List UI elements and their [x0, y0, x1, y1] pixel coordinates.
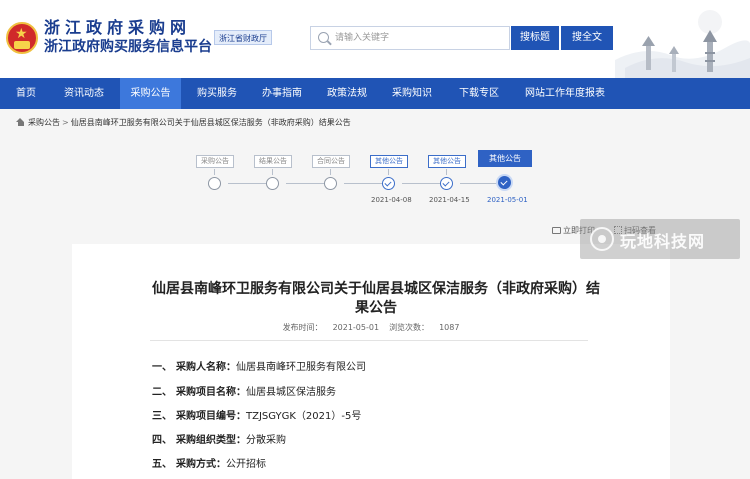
watermark-text: 玩地科技网	[620, 232, 706, 251]
field-value: TZJSGYGK（2021）-5号	[246, 411, 362, 422]
check-icon	[442, 178, 450, 187]
article-meta: 发布时间： 2021-05-01 浏览次数： 1087	[72, 322, 670, 333]
field-label: 采购项目编号：	[176, 411, 246, 422]
step-label[interactable]: 结果公告	[254, 155, 292, 168]
search-icon	[318, 32, 329, 43]
nav-item-news[interactable]: 资讯动态	[55, 78, 113, 109]
nav-item-home[interactable]: 首页	[6, 78, 46, 109]
step-circle	[208, 177, 221, 190]
nav-item-knowledge[interactable]: 采购知识	[383, 78, 441, 109]
field-procurement-method: 五、 采购方式：公开招标	[152, 458, 266, 472]
step-circle-done	[440, 177, 453, 190]
breadcrumb-separator: >	[62, 118, 69, 127]
step-connector	[388, 169, 389, 175]
field-label: 采购方式：	[176, 459, 226, 470]
step-line	[460, 183, 498, 184]
field-number: 四、	[152, 435, 172, 446]
step-connector	[214, 169, 215, 175]
department-badge: 浙江省财政厅	[214, 30, 272, 45]
search-input[interactable]	[335, 27, 505, 49]
nav-item-annual-report[interactable]: 网站工作年度报表	[517, 78, 613, 109]
views-label: 浏览次数：	[389, 323, 430, 332]
article-card: 仙居县南峰环卫服务有限公司关于仙居县城区保洁服务（非政府采购）结果公告 发布时间…	[72, 244, 670, 479]
site-watermark: 玩地科技网	[580, 219, 740, 259]
step-label[interactable]: 合同公告	[312, 155, 350, 168]
breadcrumb-root[interactable]: 采购公告	[28, 118, 60, 127]
nav-item-download[interactable]: 下载专区	[450, 78, 508, 109]
field-organization-type: 四、 采购组织类型：分散采购	[152, 434, 286, 448]
nav-item-procurement-notice[interactable]: 采购公告	[120, 78, 181, 109]
search-fulltext-button[interactable]: 搜全文	[561, 26, 613, 50]
search-box	[310, 26, 510, 50]
publish-time: 2021-05-01	[332, 323, 380, 332]
site-subtitle: 浙江政府购买服务信息平台	[44, 39, 212, 55]
publish-label: 发布时间：	[282, 323, 323, 332]
step-date: 2021-04-08	[371, 196, 412, 204]
step-line	[228, 183, 266, 184]
step-circle-done	[382, 177, 395, 190]
check-icon	[384, 178, 392, 187]
field-project-name: 二、 采购项目名称：仙居县城区保洁服务	[152, 386, 336, 400]
step-label[interactable]: 其他公告	[428, 155, 466, 168]
step-connector	[330, 169, 331, 175]
nav-item-guide[interactable]: 办事指南	[253, 78, 311, 109]
step-circle	[324, 177, 337, 190]
national-emblem-icon: ★	[6, 22, 38, 54]
field-value: 分散采购	[246, 435, 286, 446]
field-number: 二、	[152, 387, 172, 398]
printer-icon	[552, 227, 561, 234]
breadcrumb: 采购公告 > 仙居县南峰环卫服务有限公司关于仙居县城区保洁服务（非政府采购）结果公告	[16, 116, 351, 130]
step-label[interactable]: 采购公告	[196, 155, 234, 168]
field-number: 一、	[152, 362, 172, 373]
step-line	[344, 183, 382, 184]
step-label-current[interactable]: 其他公告	[478, 150, 532, 167]
step-label[interactable]: 其他公告	[370, 155, 408, 168]
field-label: 采购人名称：	[176, 362, 236, 373]
step-date-current: 2021-05-01	[487, 196, 528, 204]
step-line	[286, 183, 324, 184]
field-label: 采购组织类型：	[176, 435, 246, 446]
step-connector	[446, 169, 447, 175]
site-header: ★ 浙江政府采购网 浙江政府购买服务信息平台 浙江省财政厅 搜标题 搜全文	[0, 0, 750, 78]
step-connector	[272, 169, 273, 175]
main-nav: 首页 资讯动态 采购公告 购买服务 办事指南 政策法规 采购知识 下载专区 网站…	[0, 78, 750, 109]
divider	[150, 340, 588, 341]
field-number: 三、	[152, 411, 172, 422]
step-circle-current	[498, 176, 511, 189]
nav-item-policy[interactable]: 政策法规	[318, 78, 376, 109]
step-circle	[266, 177, 279, 190]
step-date: 2021-04-15	[429, 196, 470, 204]
watermark-logo-icon	[590, 227, 614, 251]
search-title-button[interactable]: 搜标题	[511, 26, 559, 50]
notice-progress: 采购公告 结果公告 合同公告 其他公告 其他公告 其他公告 2021-04-08…	[0, 145, 750, 210]
field-value: 仙居县城区保洁服务	[246, 387, 336, 398]
field-value: 公开招标	[226, 459, 266, 470]
field-purchaser: 一、 采购人名称：仙居县南峰环卫服务有限公司	[152, 361, 366, 375]
field-project-number: 三、 采购项目编号：TZJSGYGK（2021）-5号	[152, 410, 361, 424]
home-icon	[16, 118, 25, 126]
breadcrumb-current: 仙居县南峰环卫服务有限公司关于仙居县城区保洁服务（非政府采购）结果公告	[70, 118, 351, 127]
nav-item-purchase-service[interactable]: 购买服务	[188, 78, 246, 109]
site-title[interactable]: 浙江政府采购网	[44, 19, 191, 37]
pagoda-decoration-icon	[615, 10, 750, 78]
step-line	[402, 183, 440, 184]
article-title: 仙居县南峰环卫服务有限公司关于仙居县城区保洁服务（非政府采购）结果公告	[152, 281, 600, 316]
check-icon	[500, 177, 508, 186]
views-count: 1087	[439, 323, 460, 332]
field-label: 采购项目名称：	[176, 387, 246, 398]
field-value: 仙居县南峰环卫服务有限公司	[236, 362, 366, 373]
field-number: 五、	[152, 459, 172, 470]
